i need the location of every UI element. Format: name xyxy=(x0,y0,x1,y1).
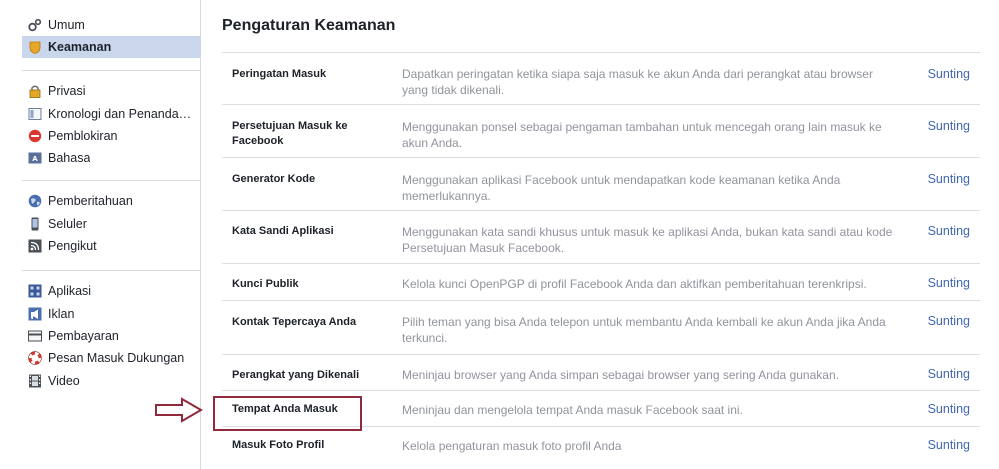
sidebar-item-keamanan[interactable]: Keamanan xyxy=(22,36,201,59)
sidebar-group-privacy: Privasi Kronologi dan Penanda… Pemblokir… xyxy=(22,80,201,170)
timeline-icon xyxy=(28,107,42,121)
settings-row-code-generator[interactable]: Generator Kode Menggunakan aplikasi Face… xyxy=(222,158,980,211)
sidebar-item-label: Keamanan xyxy=(48,40,112,55)
sidebar-item-label: Pembayaran xyxy=(48,328,119,343)
sidebar-item-label: Pengikut xyxy=(48,238,97,253)
edit-link[interactable]: Sunting xyxy=(928,438,970,452)
setting-name: Perangkat yang Dikenali xyxy=(232,369,360,381)
setting-name: Generator Kode xyxy=(232,173,316,185)
gear-icon xyxy=(28,18,42,32)
shield-icon xyxy=(28,40,42,55)
settings-row-login-approvals[interactable]: Persetujuan Masuk ke Facebook Menggunaka… xyxy=(222,105,980,158)
sidebar-item-label: Pemblokiran xyxy=(48,128,118,143)
rss-icon xyxy=(28,239,42,253)
settings-row-recognized-devices[interactable]: Perangkat yang Dikenali Meninjau browser… xyxy=(222,355,980,391)
sidebar-item-pembayaran[interactable]: Pembayaran xyxy=(22,325,201,347)
sidebar-item-iklan[interactable]: Iklan xyxy=(22,302,201,324)
sidebar-item-label: Privasi xyxy=(48,84,86,99)
settings-row-login-alerts[interactable]: Peringatan Masuk Dapatkan peringatan ket… xyxy=(222,53,980,105)
lifebuoy-icon xyxy=(28,351,42,366)
sidebar-divider xyxy=(22,70,201,71)
edit-link[interactable]: Sunting xyxy=(928,367,970,381)
edit-link[interactable]: Sunting xyxy=(928,314,970,328)
setting-description: Meninjau dan mengelola tempat Anda masuk… xyxy=(402,403,743,417)
setting-name: Peringatan Masuk xyxy=(232,68,327,80)
sidebar-item-label: Pesan Masuk Dukungan xyxy=(48,351,185,366)
edit-link[interactable]: Sunting xyxy=(928,119,970,133)
sidebar-item-pemblokiran[interactable]: Pemblokiran xyxy=(22,125,201,147)
sidebar-item-kronologi[interactable]: Kronologi dan Penanda… xyxy=(22,102,201,124)
sidebar-item-label: Video xyxy=(48,373,80,388)
sidebar-divider xyxy=(22,270,201,271)
setting-description: Kelola pengaturan masuk foto profil Anda xyxy=(402,439,622,453)
setting-name: Kata Sandi Aplikasi xyxy=(232,225,334,237)
sidebar-group-notifications: Pemberitahuan Seluler Pengikut xyxy=(22,190,201,257)
film-icon xyxy=(28,374,42,388)
sidebar-item-label: Aplikasi xyxy=(48,284,92,299)
setting-description: Dapatkan peringatan ketika siapa saja ma… xyxy=(402,67,873,97)
setting-name: Persetujuan Masuk ke Facebook xyxy=(232,120,348,147)
apps-icon xyxy=(28,284,42,298)
setting-description: Kelola kunci OpenPGP di profil Facebook … xyxy=(402,277,867,291)
sidebar-item-pemberitahuan[interactable]: Pemberitahuan xyxy=(22,190,201,212)
settings-row-public-key[interactable]: Kunci Publik Kelola kunci OpenPGP di pro… xyxy=(222,264,980,301)
sidebar-item-label: Bahasa xyxy=(48,151,91,166)
settings-row-app-passwords[interactable]: Kata Sandi Aplikasi Menggunakan kata san… xyxy=(222,211,980,264)
settings-row-profile-picture-login[interactable]: Masuk Foto Profil Kelola pengaturan masu… xyxy=(222,427,980,463)
setting-description: Menggunakan ponsel sebagai pengaman tamb… xyxy=(402,120,882,150)
edit-link[interactable]: Sunting xyxy=(928,224,970,238)
setting-name: Kontak Tepercaya Anda xyxy=(232,316,357,328)
mobile-icon xyxy=(28,217,42,231)
edit-link[interactable]: Sunting xyxy=(928,67,970,81)
sidebar-item-label: Umum xyxy=(48,18,85,33)
edit-link[interactable]: Sunting xyxy=(928,402,970,416)
setting-description: Meninjau browser yang Anda simpan sebaga… xyxy=(402,368,839,382)
settings-row-trusted-contacts[interactable]: Kontak Tepercaya Anda Pilih teman yang b… xyxy=(222,301,980,355)
edit-link[interactable]: Sunting xyxy=(928,172,970,186)
highlight-box xyxy=(213,396,362,431)
arrow-right-icon xyxy=(155,397,203,423)
setting-name: Masuk Foto Profil xyxy=(232,439,325,451)
setting-description: Menggunakan kata sandi khusus untuk masu… xyxy=(402,225,893,255)
page-title: Pengaturan Keamanan xyxy=(222,17,396,34)
block-icon xyxy=(28,129,42,143)
sidebar-item-pengikut[interactable]: Pengikut xyxy=(22,235,201,257)
sidebar-item-label: Seluler xyxy=(48,216,87,231)
language-icon: A xyxy=(28,151,42,165)
sidebar-item-pesan-dukungan[interactable]: Pesan Masuk Dukungan xyxy=(22,347,201,369)
setting-description: Pilih teman yang bisa Anda telepon untuk… xyxy=(402,315,886,345)
setting-name: Kunci Publik xyxy=(232,278,299,290)
sidebar-item-aplikasi[interactable]: Aplikasi xyxy=(22,280,201,302)
sidebar-item-label: Kronologi dan Penanda… xyxy=(48,106,192,121)
sidebar-item-privasi[interactable]: Privasi xyxy=(22,80,201,102)
svg-text:A: A xyxy=(32,155,38,163)
ads-icon xyxy=(28,307,42,321)
globe-icon xyxy=(28,194,42,208)
setting-description: Menggunakan aplikasi Facebook untuk mend… xyxy=(402,173,841,203)
sidebar-group-general: Umum Keamanan xyxy=(22,14,201,59)
sidebar-item-umum[interactable]: Umum xyxy=(22,14,201,36)
sidebar-item-bahasa[interactable]: A Bahasa xyxy=(22,147,201,169)
sidebar-group-apps: Aplikasi Iklan Pembayaran Pesan Masuk Du… xyxy=(22,280,201,392)
card-icon xyxy=(28,329,42,343)
sidebar-divider xyxy=(22,180,201,181)
lock-icon xyxy=(28,84,42,99)
sidebar-item-seluler[interactable]: Seluler xyxy=(22,212,201,234)
sidebar-item-video[interactable]: Video xyxy=(22,370,201,392)
edit-link[interactable]: Sunting xyxy=(928,276,970,290)
sidebar-item-label: Iklan xyxy=(48,306,75,321)
sidebar-item-label: Pemberitahuan xyxy=(48,194,133,209)
